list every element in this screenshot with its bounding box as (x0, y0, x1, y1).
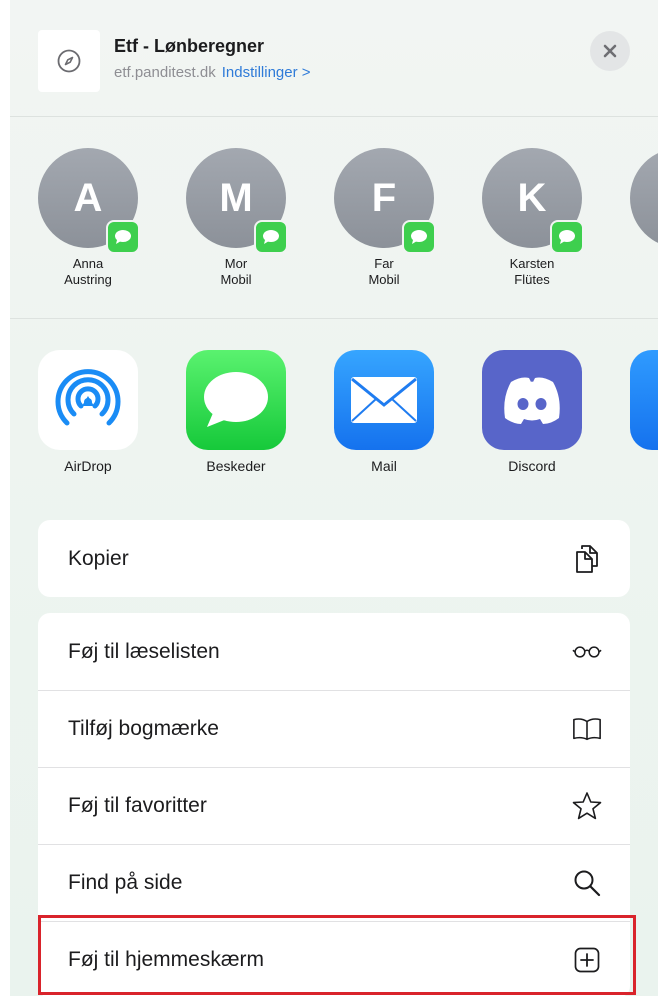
action-label: Tilføj bogmærke (68, 717, 219, 740)
close-icon (603, 44, 617, 58)
avatar: M (186, 148, 288, 254)
avatar-initial: A (73, 175, 103, 220)
action-label: Føj til læselisten (68, 639, 220, 663)
app-partial[interactable]: Fa (625, 350, 658, 474)
action-label: Føj til hjemmeskærm (68, 948, 265, 971)
contacts-divider (10, 318, 658, 319)
contact-first-name: M (630, 256, 658, 272)
contact-karsten[interactable]: K Karsten Flütes (482, 148, 584, 288)
avatar: F (334, 148, 436, 254)
contact-name: M Sc (630, 256, 658, 288)
compass-icon (38, 30, 100, 92)
message-badge-icon (254, 220, 288, 254)
share-header: Etf - Lønberegner etf.panditest.dk Indsti… (10, 0, 658, 116)
close-button[interactable] (590, 31, 630, 71)
action-label: Kopier (68, 546, 129, 570)
avatar: K (482, 148, 584, 254)
contact-name: Mor Mobil (186, 256, 286, 288)
page-domain: etf.panditest.dk (114, 64, 216, 81)
copy-icon (572, 544, 602, 574)
search-icon (572, 868, 602, 898)
app-label: AirDrop (64, 458, 112, 474)
book-icon (572, 714, 602, 744)
contact-last-name: Austring (64, 272, 112, 287)
header-divider (10, 116, 658, 117)
glasses-icon (572, 637, 602, 667)
page-title: Etf - Lønberegner (114, 36, 265, 56)
contact-first-name: Karsten (509, 256, 555, 271)
discord-icon (482, 350, 582, 450)
share-sheet: Etf - Lønberegner etf.panditest.dk Indsti… (10, 0, 658, 996)
add-square-icon (572, 945, 602, 975)
contact-name: Karsten Flütes (482, 256, 582, 288)
airdrop-icon (38, 350, 138, 450)
contact-last-name: Flütes (514, 272, 550, 287)
contact-first-name: Anna (72, 256, 104, 271)
action-copy[interactable]: Kopier (38, 520, 630, 597)
action-bookmark[interactable]: Tilføj bogmærke (38, 690, 630, 767)
action-add-to-home-screen[interactable]: Føj til hjemmeskærm (38, 921, 630, 996)
app-icon (630, 350, 658, 450)
message-badge-icon (106, 220, 140, 254)
app-label: Beskeder (206, 458, 266, 474)
app-discord[interactable]: Discord (477, 350, 587, 474)
app-label: Discord (508, 458, 556, 474)
contact-last-name: Sc (630, 272, 658, 288)
message-badge-icon (550, 220, 584, 254)
app-label: Mail (371, 458, 397, 474)
action-reading-list[interactable]: Føj til læselisten (38, 613, 630, 690)
action-favorites[interactable]: Føj til favoritter (38, 767, 630, 844)
settings-link[interactable]: Indstillinger > (222, 64, 311, 81)
contact-last-name: Mobil (368, 272, 400, 287)
contact-partial[interactable]: M M Sc (630, 148, 658, 288)
action-label: Føj til favoritter (68, 794, 207, 817)
app-label: Fa (625, 458, 658, 474)
contact-mor[interactable]: M Mor Mobil (186, 148, 288, 288)
action-find-on-page[interactable]: Find på side (38, 844, 630, 921)
contact-first-name: Far (374, 256, 394, 271)
action-group-main: Føj til læselisten Tilføj bogmærke Føj t… (38, 613, 630, 996)
avatar: A (38, 148, 140, 254)
contact-name: Anna Austring (38, 256, 138, 288)
contact-name: Far Mobil (334, 256, 434, 288)
messages-icon (186, 350, 286, 450)
star-icon (572, 791, 602, 821)
contact-first-name: Mor (224, 256, 248, 271)
app-beskeder[interactable]: Beskeder (181, 350, 291, 474)
mail-icon (334, 350, 434, 450)
avatar-initial: F (371, 175, 397, 220)
page-subtitle: etf.panditest.dk Indstillinger > (114, 64, 311, 81)
contact-anna[interactable]: A Anna Austring (38, 148, 140, 288)
avatar-initial: K (517, 175, 547, 220)
action-label: Find på side (68, 871, 183, 894)
avatar: M (630, 148, 658, 248)
app-mail[interactable]: Mail (329, 350, 439, 474)
action-group-copy: Kopier (38, 520, 630, 597)
contact-last-name: Mobil (220, 272, 252, 287)
avatar-initial: M (219, 175, 253, 220)
message-badge-icon (402, 220, 436, 254)
app-airdrop[interactable]: AirDrop (33, 350, 143, 474)
contact-far[interactable]: F Far Mobil (334, 148, 436, 288)
